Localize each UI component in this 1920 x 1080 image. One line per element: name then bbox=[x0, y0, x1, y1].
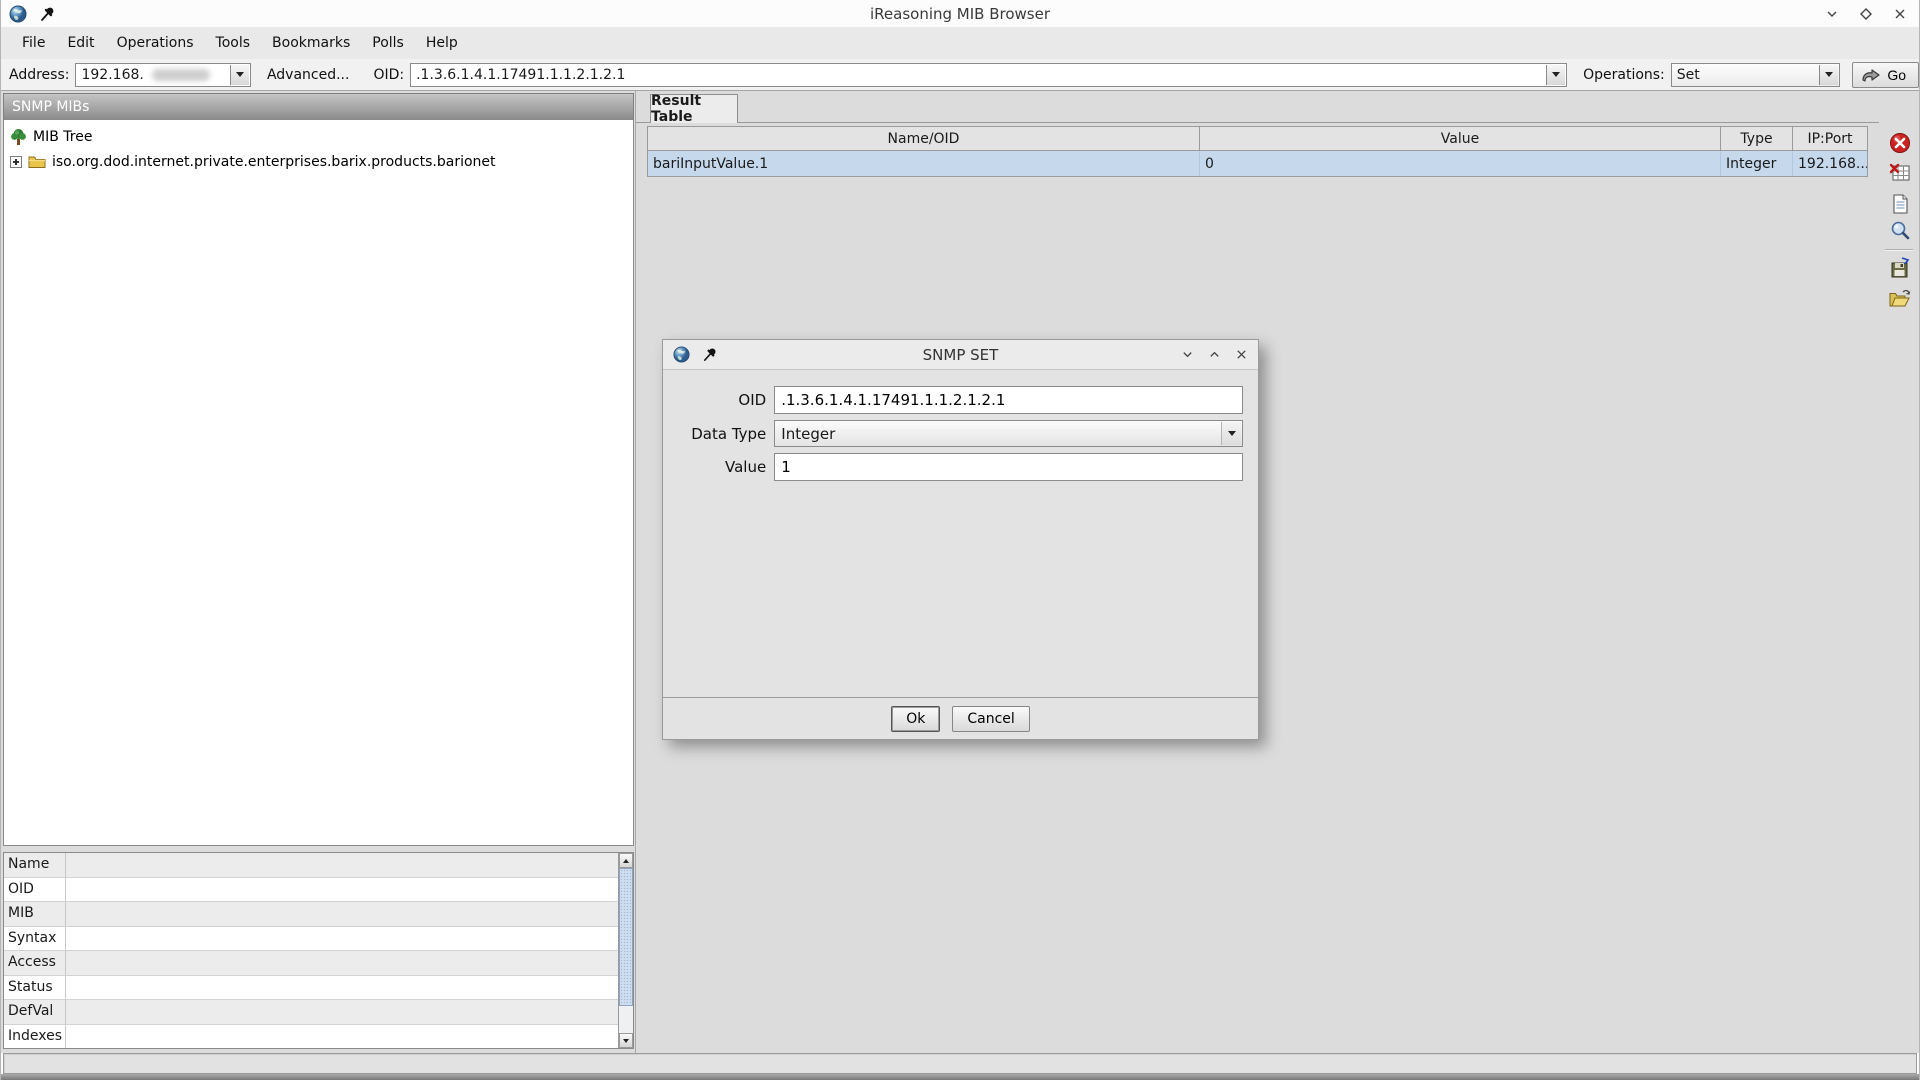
address-value: 192.168. bbox=[76, 67, 148, 83]
node-info-panel: Name OID MIB Syntax Access Status DefVal… bbox=[3, 852, 634, 1049]
ok-button[interactable]: Ok bbox=[891, 706, 940, 732]
dialog-data-type-label: Data Type bbox=[663, 425, 766, 443]
titlebar: iReasoning MIB Browser bbox=[1, 0, 1919, 27]
dialog-value-label: Value bbox=[663, 458, 766, 476]
dialog-oid-label: OID bbox=[663, 391, 766, 409]
clear-table-icon[interactable] bbox=[1888, 161, 1912, 185]
window-bottom-edge bbox=[1, 1074, 1919, 1080]
expand-plus-icon[interactable] bbox=[10, 156, 22, 168]
address-label: Address: bbox=[9, 67, 69, 83]
operations-dropdown-icon[interactable] bbox=[1819, 65, 1838, 85]
redacted-address bbox=[152, 69, 210, 81]
table-row[interactable]: bariInputValue.1 0 Integer 192.168.... bbox=[648, 151, 1867, 176]
close-icon[interactable] bbox=[1891, 5, 1909, 23]
menubar: File Edit Operations Tools Bookmarks Pol… bbox=[1, 27, 1919, 59]
info-row-defval: DefVal bbox=[4, 1000, 618, 1025]
menu-tools[interactable]: Tools bbox=[205, 29, 262, 57]
app-window: iReasoning MIB Browser File Edit Operati… bbox=[0, 0, 1920, 1080]
window-title: iReasoning MIB Browser bbox=[1, 5, 1919, 23]
scrollbar-thumb[interactable] bbox=[619, 868, 633, 1006]
result-table: Name/OID Value Type IP:Port bariInputVal… bbox=[647, 126, 1868, 177]
menu-file[interactable]: File bbox=[11, 29, 56, 57]
column-type[interactable]: Type bbox=[1721, 127, 1793, 150]
dialog-titlebar: SNMP SET bbox=[663, 340, 1258, 370]
column-value[interactable]: Value bbox=[1200, 127, 1721, 150]
dialog-data-type-value: Integer bbox=[775, 425, 835, 443]
go-arrow-icon bbox=[1861, 68, 1881, 82]
oid-dropdown-icon[interactable] bbox=[1546, 65, 1565, 85]
mib-tree-node[interactable]: iso.org.dod.internet.private.enterprises… bbox=[4, 149, 633, 174]
oid-combobox[interactable]: .1.3.6.1.4.1.17491.1.1.2.1.2.1 bbox=[410, 63, 1567, 87]
maximize-icon[interactable] bbox=[1857, 5, 1875, 23]
magnifier-icon[interactable] bbox=[1888, 219, 1912, 243]
column-ip-port[interactable]: IP:Port bbox=[1793, 127, 1867, 150]
pin-icon bbox=[702, 347, 717, 362]
mib-tree-label: MIB Tree bbox=[33, 129, 92, 145]
data-type-dropdown-icon[interactable] bbox=[1221, 422, 1241, 445]
dialog-value-input[interactable] bbox=[774, 453, 1243, 481]
dialog-shade-icon[interactable] bbox=[1181, 348, 1194, 361]
column-name-oid[interactable]: Name/OID bbox=[648, 127, 1200, 150]
globe-icon bbox=[673, 346, 690, 363]
status-bar bbox=[3, 1053, 1917, 1074]
info-row-indexes: Indexes bbox=[4, 1025, 618, 1049]
dialog-oid-input[interactable] bbox=[774, 386, 1243, 414]
pin-icon bbox=[39, 6, 55, 22]
save-icon[interactable] bbox=[1888, 256, 1912, 280]
info-row-name: Name bbox=[4, 853, 618, 878]
tree-icon bbox=[10, 128, 27, 146]
info-scrollbar[interactable] bbox=[618, 853, 633, 1048]
operations-label: Operations: bbox=[1583, 67, 1665, 83]
info-row-oid: OID bbox=[4, 878, 618, 903]
snmp-mibs-header: SNMP MIBs bbox=[3, 93, 634, 119]
menu-help[interactable]: Help bbox=[415, 29, 469, 57]
info-row-status: Status bbox=[4, 976, 618, 1001]
info-row-access: Access bbox=[4, 951, 618, 976]
toolbar: Address: 192.168. Advanced... OID: .1.3.… bbox=[1, 59, 1919, 91]
side-toolbar bbox=[1881, 91, 1919, 1053]
menu-operations[interactable]: Operations bbox=[106, 29, 205, 57]
menu-bookmarks[interactable]: Bookmarks bbox=[261, 29, 361, 57]
address-combobox[interactable]: 192.168. bbox=[75, 63, 250, 87]
cancel-button[interactable]: Cancel bbox=[952, 706, 1029, 732]
mib-tree: MIB Tree iso.org.dod.internet.private.en… bbox=[3, 119, 634, 846]
info-row-syntax: Syntax bbox=[4, 927, 618, 952]
advanced-button[interactable]: Advanced... bbox=[267, 67, 350, 83]
snmp-set-dialog: SNMP SET OID Data Type Integer bbox=[662, 339, 1259, 740]
tab-result-table[interactable]: Result Table bbox=[650, 94, 738, 123]
scroll-up-icon[interactable] bbox=[619, 853, 633, 868]
oid-label: OID: bbox=[373, 67, 404, 83]
operations-combobox[interactable]: Set bbox=[1671, 63, 1841, 87]
result-table-header: Name/OID Value Type IP:Port bbox=[648, 127, 1867, 151]
mib-tree-node-label: iso.org.dod.internet.private.enterprises… bbox=[52, 154, 496, 170]
menu-polls[interactable]: Polls bbox=[361, 29, 415, 57]
dialog-close-icon[interactable] bbox=[1235, 348, 1248, 361]
stop-icon[interactable] bbox=[1888, 131, 1912, 155]
dialog-data-type-select[interactable]: Integer bbox=[774, 420, 1243, 447]
go-label: Go bbox=[1887, 67, 1906, 83]
operations-value: Set bbox=[1672, 67, 1705, 83]
menu-edit[interactable]: Edit bbox=[56, 29, 105, 57]
dialog-buttonbar: Ok Cancel bbox=[663, 697, 1258, 739]
dialog-unshade-icon[interactable] bbox=[1208, 348, 1221, 361]
oid-value: .1.3.6.1.4.1.17491.1.1.2.1.2.1 bbox=[411, 67, 630, 83]
document-icon[interactable] bbox=[1888, 192, 1912, 216]
folder-icon bbox=[28, 155, 46, 169]
scroll-down-icon[interactable] bbox=[619, 1033, 633, 1048]
go-button[interactable]: Go bbox=[1852, 62, 1919, 88]
globe-icon bbox=[9, 5, 27, 23]
info-row-mib: MIB bbox=[4, 902, 618, 927]
minimize-icon[interactable] bbox=[1823, 5, 1841, 23]
snmp-mibs-panel: SNMP MIBs MIB Tree bbox=[3, 93, 634, 1049]
address-dropdown-icon[interactable] bbox=[230, 65, 249, 85]
mib-tree-root[interactable]: MIB Tree bbox=[4, 124, 633, 149]
toolbar-divider bbox=[1885, 249, 1913, 250]
dialog-title: SNMP SET bbox=[663, 346, 1258, 364]
open-folder-icon[interactable] bbox=[1888, 286, 1912, 310]
